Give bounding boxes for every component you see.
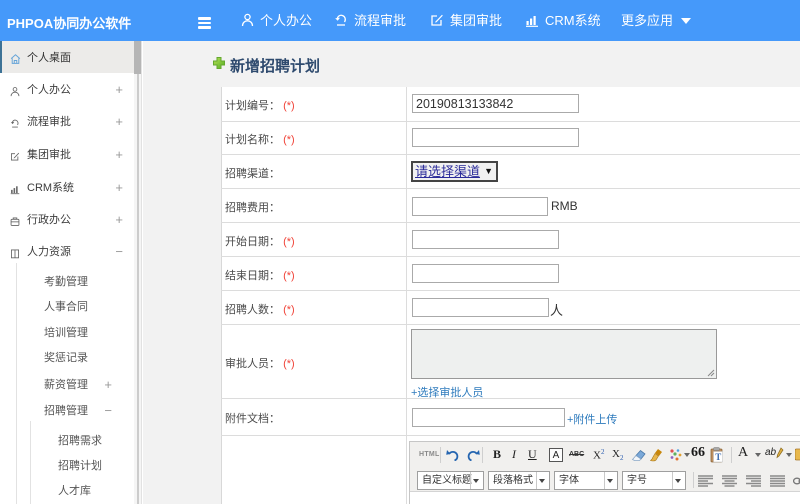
svg-text:T: T (715, 452, 721, 462)
